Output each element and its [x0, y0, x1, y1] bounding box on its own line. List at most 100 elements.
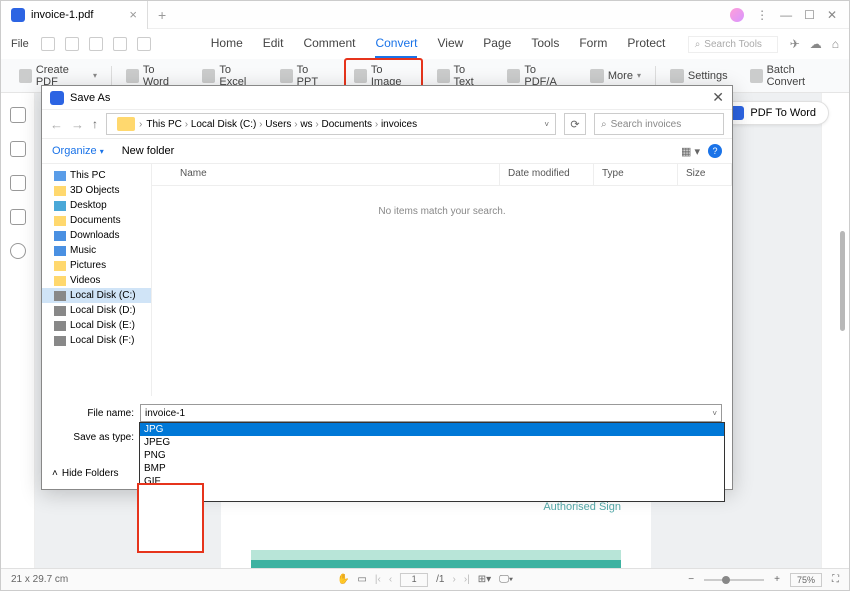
last-page-icon[interactable]: ›| — [464, 574, 470, 585]
ico-disk-icon — [54, 336, 66, 346]
column-type[interactable]: Type — [594, 164, 678, 185]
tree-item[interactable]: Local Disk (D:) — [42, 303, 151, 318]
folder-tree[interactable]: This PC3D ObjectsDesktopDocumentsDownloa… — [42, 164, 152, 396]
attachment-icon[interactable] — [10, 209, 26, 225]
zoom-out-icon[interactable]: − — [688, 574, 694, 585]
add-tab-icon[interactable]: + — [158, 7, 166, 23]
zoom-level[interactable]: 75% — [790, 573, 822, 587]
vertical-scrollbar[interactable] — [840, 231, 845, 331]
file-list[interactable]: Name Date modified Type Size No items ma… — [152, 164, 732, 396]
settings-button[interactable]: Settings — [662, 65, 736, 87]
tree-item[interactable]: Local Disk (E:) — [42, 318, 151, 333]
tree-item[interactable]: Desktop — [42, 198, 151, 213]
new-folder-button[interactable]: New folder — [122, 145, 175, 157]
tree-item[interactable]: Local Disk (F:) — [42, 333, 151, 348]
send-icon[interactable]: ✈ — [790, 37, 800, 51]
more-button[interactable]: More▾ — [582, 65, 649, 87]
chevron-down-icon[interactable]: ˅ — [544, 120, 549, 129]
open-icon[interactable] — [41, 37, 55, 51]
undo-icon[interactable] — [65, 37, 79, 51]
tree-item[interactable]: This PC — [42, 168, 151, 183]
column-size[interactable]: Size — [678, 164, 732, 185]
zoom-in-icon[interactable]: + — [774, 574, 780, 585]
tree-item[interactable]: Pictures — [42, 258, 151, 273]
ribbon-tab-tools[interactable]: Tools — [531, 30, 559, 58]
select-tool-icon[interactable]: ▭ — [357, 574, 366, 585]
document-tab[interactable]: invoice-1.pdf × — [1, 1, 148, 29]
tree-item[interactable]: Documents — [42, 213, 151, 228]
breadcrumb-item[interactable]: Documents — [321, 119, 372, 130]
zoom-slider[interactable] — [704, 579, 764, 581]
file-name-input[interactable]: invoice-1 ˅ — [140, 404, 722, 422]
tree-item[interactable]: Local Disk (C:) — [42, 288, 151, 303]
dropdown-option[interactable]: BMP — [140, 462, 724, 475]
display-icon[interactable]: 🖵▾ — [499, 574, 513, 585]
organize-button[interactable]: Organize ▾ — [52, 145, 104, 157]
search-panel-icon[interactable] — [10, 243, 26, 259]
minimize-icon[interactable]: — — [780, 8, 792, 22]
prev-page-icon[interactable]: ‹ — [389, 574, 392, 585]
ribbon-tab-view[interactable]: View — [437, 30, 463, 58]
column-name[interactable]: Name — [152, 164, 500, 185]
dropdown-option[interactable]: JPEG — [140, 436, 724, 449]
ribbon-tab-convert[interactable]: Convert — [375, 30, 417, 58]
ribbon-tab-comment[interactable]: Comment — [303, 30, 355, 58]
close-dialog-icon[interactable]: ✕ — [712, 89, 724, 106]
breadcrumb-item[interactable]: Users — [265, 119, 291, 130]
breadcrumb[interactable]: › This PC › Local Disk (C:) › Users › ws… — [106, 113, 556, 135]
cloud-icon[interactable]: ☁ — [810, 37, 822, 51]
account-avatar-icon[interactable] — [730, 8, 744, 22]
first-page-icon[interactable]: |‹ — [375, 574, 381, 585]
print-icon[interactable] — [113, 37, 127, 51]
fit-icon[interactable]: ⊞▾ — [478, 574, 491, 585]
bookmark-icon[interactable] — [10, 141, 26, 157]
menu-bar: File Home Edit Comment Convert View Page Tools… — [1, 29, 849, 59]
breadcrumb-item[interactable]: ws — [300, 119, 312, 130]
dropdown-option[interactable]: PNG — [140, 449, 724, 462]
ribbon-tab-page[interactable]: Page — [483, 30, 511, 58]
file-menu[interactable]: File — [11, 38, 29, 50]
dialog-search-input[interactable]: ⌕ Search invoices — [594, 113, 724, 135]
tree-item[interactable]: Music — [42, 243, 151, 258]
dropdown-option[interactable]: GIF — [140, 475, 724, 488]
thumbnails-icon[interactable] — [10, 107, 26, 123]
column-date[interactable]: Date modified — [500, 164, 594, 185]
tree-item[interactable]: Videos — [42, 273, 151, 288]
hand-tool-icon[interactable]: ✋ — [337, 574, 349, 585]
pdf-to-word-button[interactable]: PDF To Word — [717, 101, 829, 125]
view-options-icon[interactable]: ▦ ▾ — [681, 145, 700, 158]
redo-icon[interactable] — [89, 37, 103, 51]
next-page-icon[interactable]: › — [453, 574, 456, 585]
chevron-down-icon[interactable]: ˅ — [712, 409, 717, 418]
search-tools-input[interactable]: ⌕ Search Tools — [688, 36, 778, 53]
home-icon[interactable]: ⌂ — [832, 37, 839, 51]
tree-item[interactable]: Downloads — [42, 228, 151, 243]
breadcrumb-item[interactable]: invoices — [381, 119, 417, 130]
dropdown-option[interactable]: TIFF — [140, 488, 724, 501]
page-number-input[interactable]: 1 — [400, 573, 428, 587]
save-type-dropdown[interactable]: JPGJPEGPNGBMPGIFTIFF — [139, 422, 725, 502]
close-tab-icon[interactable]: × — [129, 7, 137, 22]
ribbon-tab-edit[interactable]: Edit — [263, 30, 284, 58]
menu-dots-icon[interactable]: ⋮ — [756, 8, 768, 22]
batch-convert-button[interactable]: Batch Convert — [742, 60, 839, 92]
ribbon-tab-home[interactable]: Home — [211, 30, 243, 58]
refresh-button[interactable]: ⟳ — [564, 113, 586, 135]
help-icon[interactable]: ? — [708, 144, 722, 158]
back-icon[interactable]: ← — [50, 117, 63, 132]
tree-item[interactable]: 3D Objects — [42, 183, 151, 198]
close-window-icon[interactable]: ✕ — [827, 8, 837, 22]
dropdown-icon[interactable] — [137, 37, 151, 51]
dropdown-option[interactable]: JPG — [140, 423, 724, 436]
fullscreen-icon[interactable]: ⛶ — [832, 574, 839, 585]
hide-folders-button[interactable]: ˄ Hide Folders — [52, 468, 119, 479]
ribbon-tab-protect[interactable]: Protect — [627, 30, 665, 58]
forward-icon[interactable]: → — [71, 117, 84, 132]
comment-icon[interactable] — [10, 175, 26, 191]
maximize-icon[interactable]: ☐ — [804, 8, 815, 22]
zoom-thumb[interactable] — [722, 576, 730, 584]
breadcrumb-item[interactable]: This PC — [146, 119, 182, 130]
up-icon[interactable]: ↑ — [92, 117, 98, 131]
breadcrumb-item[interactable]: Local Disk (C:) — [191, 119, 257, 130]
ribbon-tab-form[interactable]: Form — [579, 30, 607, 58]
